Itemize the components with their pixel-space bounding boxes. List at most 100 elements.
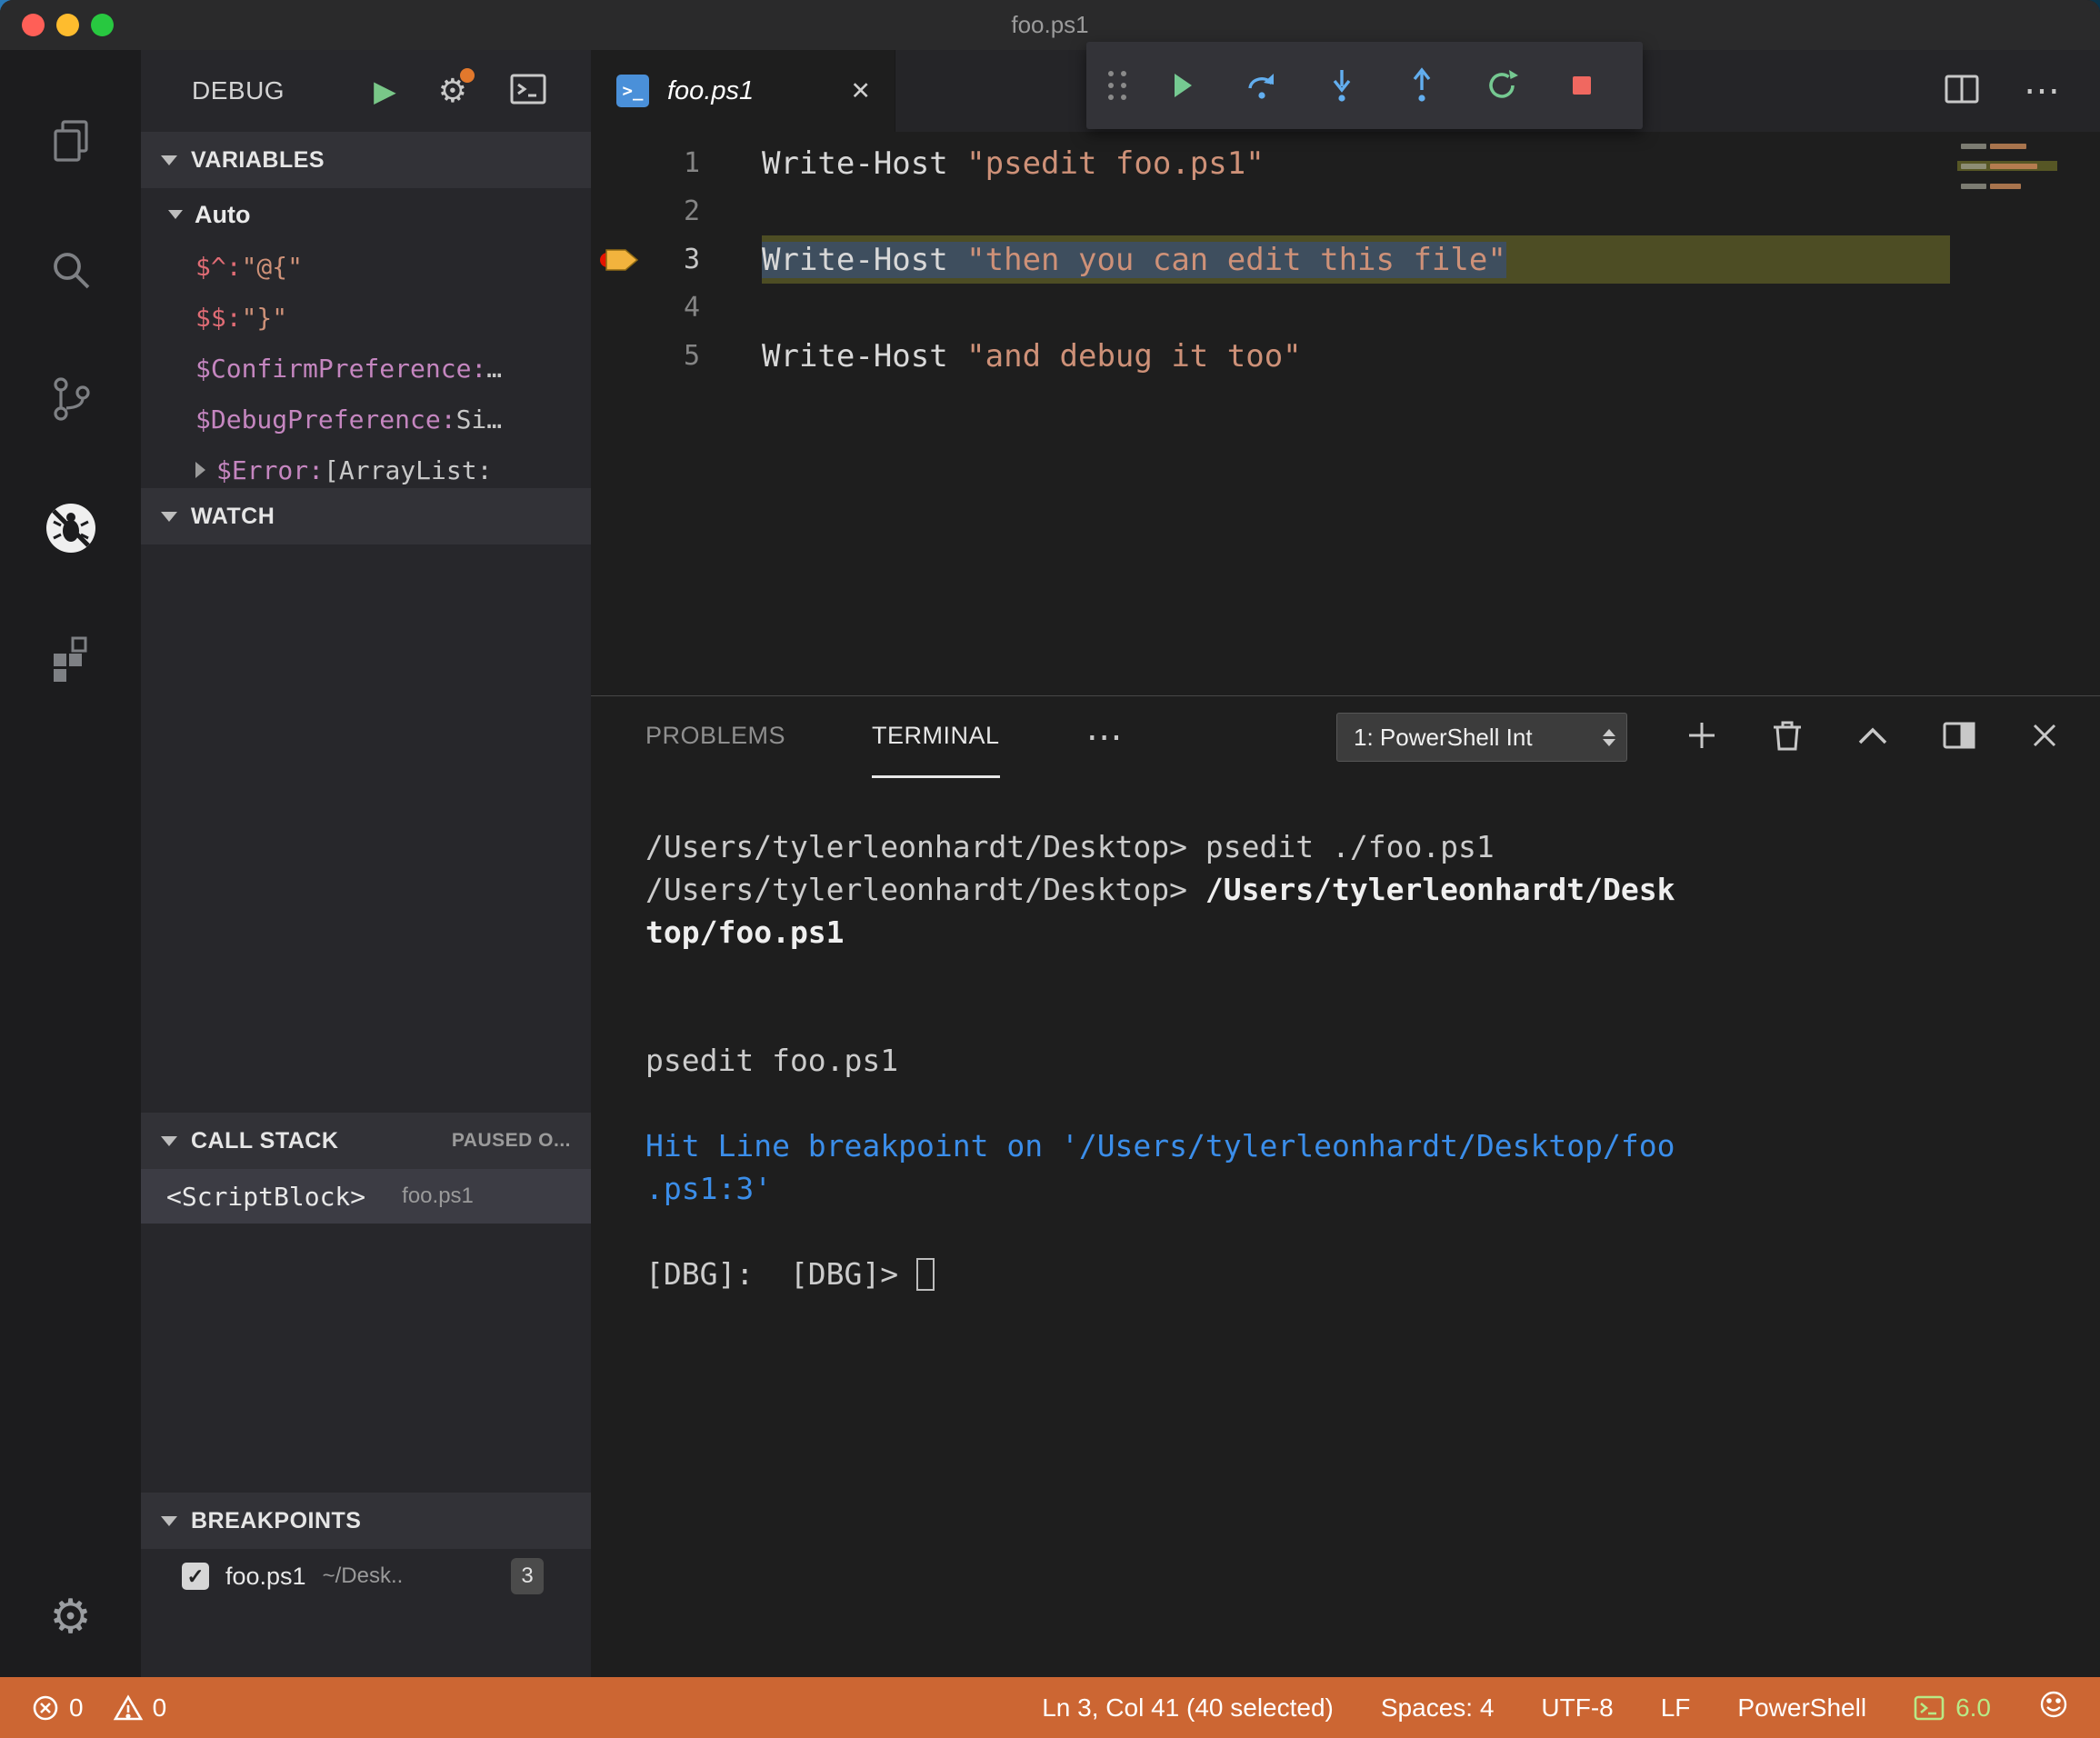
line-number: 1 — [683, 147, 700, 179]
breakpoint-file: foo.ps1 — [225, 1562, 306, 1590]
split-panel-icon[interactable] — [1942, 721, 1976, 754]
watch-panel — [141, 544, 591, 1113]
close-panel-icon[interactable] — [2029, 720, 2060, 755]
powershell-version-status[interactable]: 6.0 — [1914, 1693, 1991, 1723]
variable-value: "}" — [241, 302, 288, 333]
collapse-icon — [161, 1135, 177, 1146]
cursor-position-status[interactable]: Ln 3, Col 41 (40 selected) — [1042, 1693, 1334, 1723]
terminal-line: /Users/tylerleonhardt/Desktop> psedit ./… — [645, 829, 1495, 864]
editor-group: >_ foo.ps1 ✕ ⋯ 1 Write-Host "psedit foo.p… — [591, 50, 2100, 1677]
tab-terminal[interactable]: TERMINAL — [872, 696, 1000, 778]
vscode-window: foo.ps1 ⚙ DEBUG ▶ ⚙ VARIABLES Auto $^: "… — [0, 0, 2100, 1738]
terminal-line: Hit Line breakpoint on '/Users/tylerleon… — [645, 1128, 1675, 1164]
language-mode-status[interactable]: PowerShell — [1737, 1693, 1866, 1723]
editor-more-actions-icon[interactable]: ⋯ — [2024, 73, 2060, 109]
call-stack-frame[interactable]: <ScriptBlock> foo.ps1 — [141, 1169, 591, 1224]
select-arrows-icon — [1603, 728, 1615, 746]
code-text: Write-Host "then you can edit this file" — [762, 241, 1506, 278]
variable-name: $$: — [195, 302, 242, 333]
settings-gear-icon[interactable]: ⚙ — [0, 1590, 141, 1644]
extensions-icon[interactable] — [25, 608, 116, 706]
search-icon[interactable] — [25, 221, 116, 319]
line-number: 2 — [683, 195, 700, 227]
expand-icon — [195, 462, 205, 478]
breakpoints-section-header[interactable]: BREAKPOINTS — [141, 1493, 591, 1549]
source-control-icon[interactable] — [25, 350, 116, 448]
variable-row[interactable]: $$: "}" — [141, 292, 591, 343]
variables-scope-auto[interactable]: Auto — [141, 188, 591, 241]
code-text: Write-Host "and debug it too" — [762, 337, 1302, 375]
eol-status[interactable]: LF — [1661, 1693, 1691, 1723]
debug-step-over-button[interactable] — [1222, 42, 1302, 129]
warnings-status[interactable]: 0 — [113, 1693, 167, 1723]
code-line-5[interactable]: 5 Write-Host "and debug it too" — [591, 332, 2100, 380]
panel-more-actions-icon[interactable]: ⋯ — [1086, 719, 1123, 755]
breakpoint-hit-icon[interactable] — [591, 246, 647, 274]
variable-row[interactable]: $^: "@{" — [141, 241, 591, 292]
feedback-smiley-icon[interactable] — [2038, 1689, 2069, 1726]
maximize-panel-icon[interactable] — [1856, 724, 1889, 751]
debug-toolbar — [1086, 42, 1643, 129]
terminal-icon — [1914, 1695, 1945, 1720]
debug-sidebar: DEBUG ▶ ⚙ VARIABLES Auto $^: "@{" $$: "}… — [141, 50, 591, 1677]
terminal-line: .ps1:3' — [645, 1171, 773, 1206]
terminal-line: /Users/tylerleonhardt/Desktop> /Users/ty… — [645, 872, 1675, 907]
start-debugging-icon[interactable]: ▶ — [374, 74, 396, 108]
breakpoints-section-label: BREAKPOINTS — [191, 1507, 362, 1533]
debug-continue-button[interactable] — [1142, 42, 1222, 129]
powershell-file-icon: >_ — [616, 75, 649, 107]
code-line-4[interactable]: 4 — [591, 284, 2100, 332]
debug-restart-button[interactable] — [1462, 42, 1542, 129]
encoding-status[interactable]: UTF-8 — [1541, 1693, 1613, 1723]
debug-stop-button[interactable] — [1542, 42, 1622, 129]
close-tab-icon[interactable]: ✕ — [850, 77, 871, 105]
debug-step-out-button[interactable] — [1382, 42, 1462, 129]
code-line-1[interactable]: 1 Write-Host "psedit foo.ps1" — [591, 139, 2100, 187]
split-editor-icon[interactable] — [1944, 74, 1980, 109]
terminal[interactable]: /Users/tylerleonhardt/Desktop> psedit ./… — [591, 778, 2100, 1677]
variable-name: $ConfirmPreference: — [195, 353, 487, 384]
variable-row[interactable]: $DebugPreference: Si… — [141, 394, 591, 444]
variable-name: $DebugPreference: — [195, 404, 456, 434]
line-number: 5 — [683, 340, 700, 372]
variables-section-header[interactable]: VARIABLES — [141, 132, 591, 188]
configure-launch-icon[interactable]: ⚙ — [438, 68, 475, 110]
debug-console-icon[interactable] — [509, 73, 547, 110]
toolbar-drag-handle[interactable] — [1108, 71, 1127, 100]
minimize-window-button[interactable] — [56, 14, 79, 36]
close-window-button[interactable] — [22, 14, 45, 36]
minimap[interactable] — [1950, 137, 2100, 246]
breakpoint-path: ~/Desk.. — [322, 1563, 404, 1588]
collapse-icon — [161, 155, 177, 165]
terminal-select[interactable]: 1: PowerShell Int — [1336, 713, 1627, 762]
collapse-icon — [161, 511, 177, 522]
breakpoint-checkbox[interactable]: ✓ — [182, 1563, 209, 1590]
code-text: Write-Host "psedit foo.ps1" — [762, 145, 1265, 182]
call-stack-section-label: CALL STACK — [191, 1127, 339, 1154]
new-terminal-icon[interactable] — [1685, 719, 1718, 756]
indentation-status[interactable]: Spaces: 4 — [1381, 1693, 1495, 1723]
variables-list: $^: "@{" $$: "}" $ConfirmPreference: … $Deb… — [141, 241, 591, 488]
watch-section-header[interactable]: WATCH — [141, 488, 591, 544]
debug-icon[interactable] — [25, 479, 116, 577]
code-line-3[interactable]: 3 Write-Host "then you can edit this file… — [591, 235, 2100, 284]
activity-bar: ⚙ — [0, 50, 141, 1677]
frame-file: foo.ps1 — [402, 1184, 474, 1208]
variable-row[interactable]: $Error: [ArrayList: — [141, 444, 591, 488]
debug-step-into-button[interactable] — [1302, 42, 1382, 129]
explorer-icon[interactable] — [25, 92, 116, 190]
tab-problems[interactable]: PROBLEMS — [645, 696, 785, 778]
code-line-2[interactable]: 2 — [591, 187, 2100, 235]
code-editor[interactable]: 1 Write-Host "psedit foo.ps1" 2 3 Write-Host… — [591, 132, 2100, 695]
breakpoint-item[interactable]: ✓ foo.ps1 ~/Desk.. 3 — [141, 1549, 591, 1603]
variable-row[interactable]: $ConfirmPreference: … — [141, 343, 591, 394]
zoom-window-button[interactable] — [91, 14, 114, 36]
call-stack-section-header[interactable]: CALL STACK PAUSED O... — [141, 1113, 591, 1169]
collapse-icon — [168, 210, 183, 219]
bottom-panel: PROBLEMS TERMINAL ⋯ 1: PowerShell Int /U… — [591, 695, 2100, 1677]
warning-count: 0 — [152, 1693, 167, 1722]
errors-status[interactable]: 0 — [31, 1693, 84, 1723]
tab-foo-ps1[interactable]: >_ foo.ps1 ✕ — [591, 50, 895, 132]
kill-terminal-icon[interactable] — [1771, 718, 1804, 757]
